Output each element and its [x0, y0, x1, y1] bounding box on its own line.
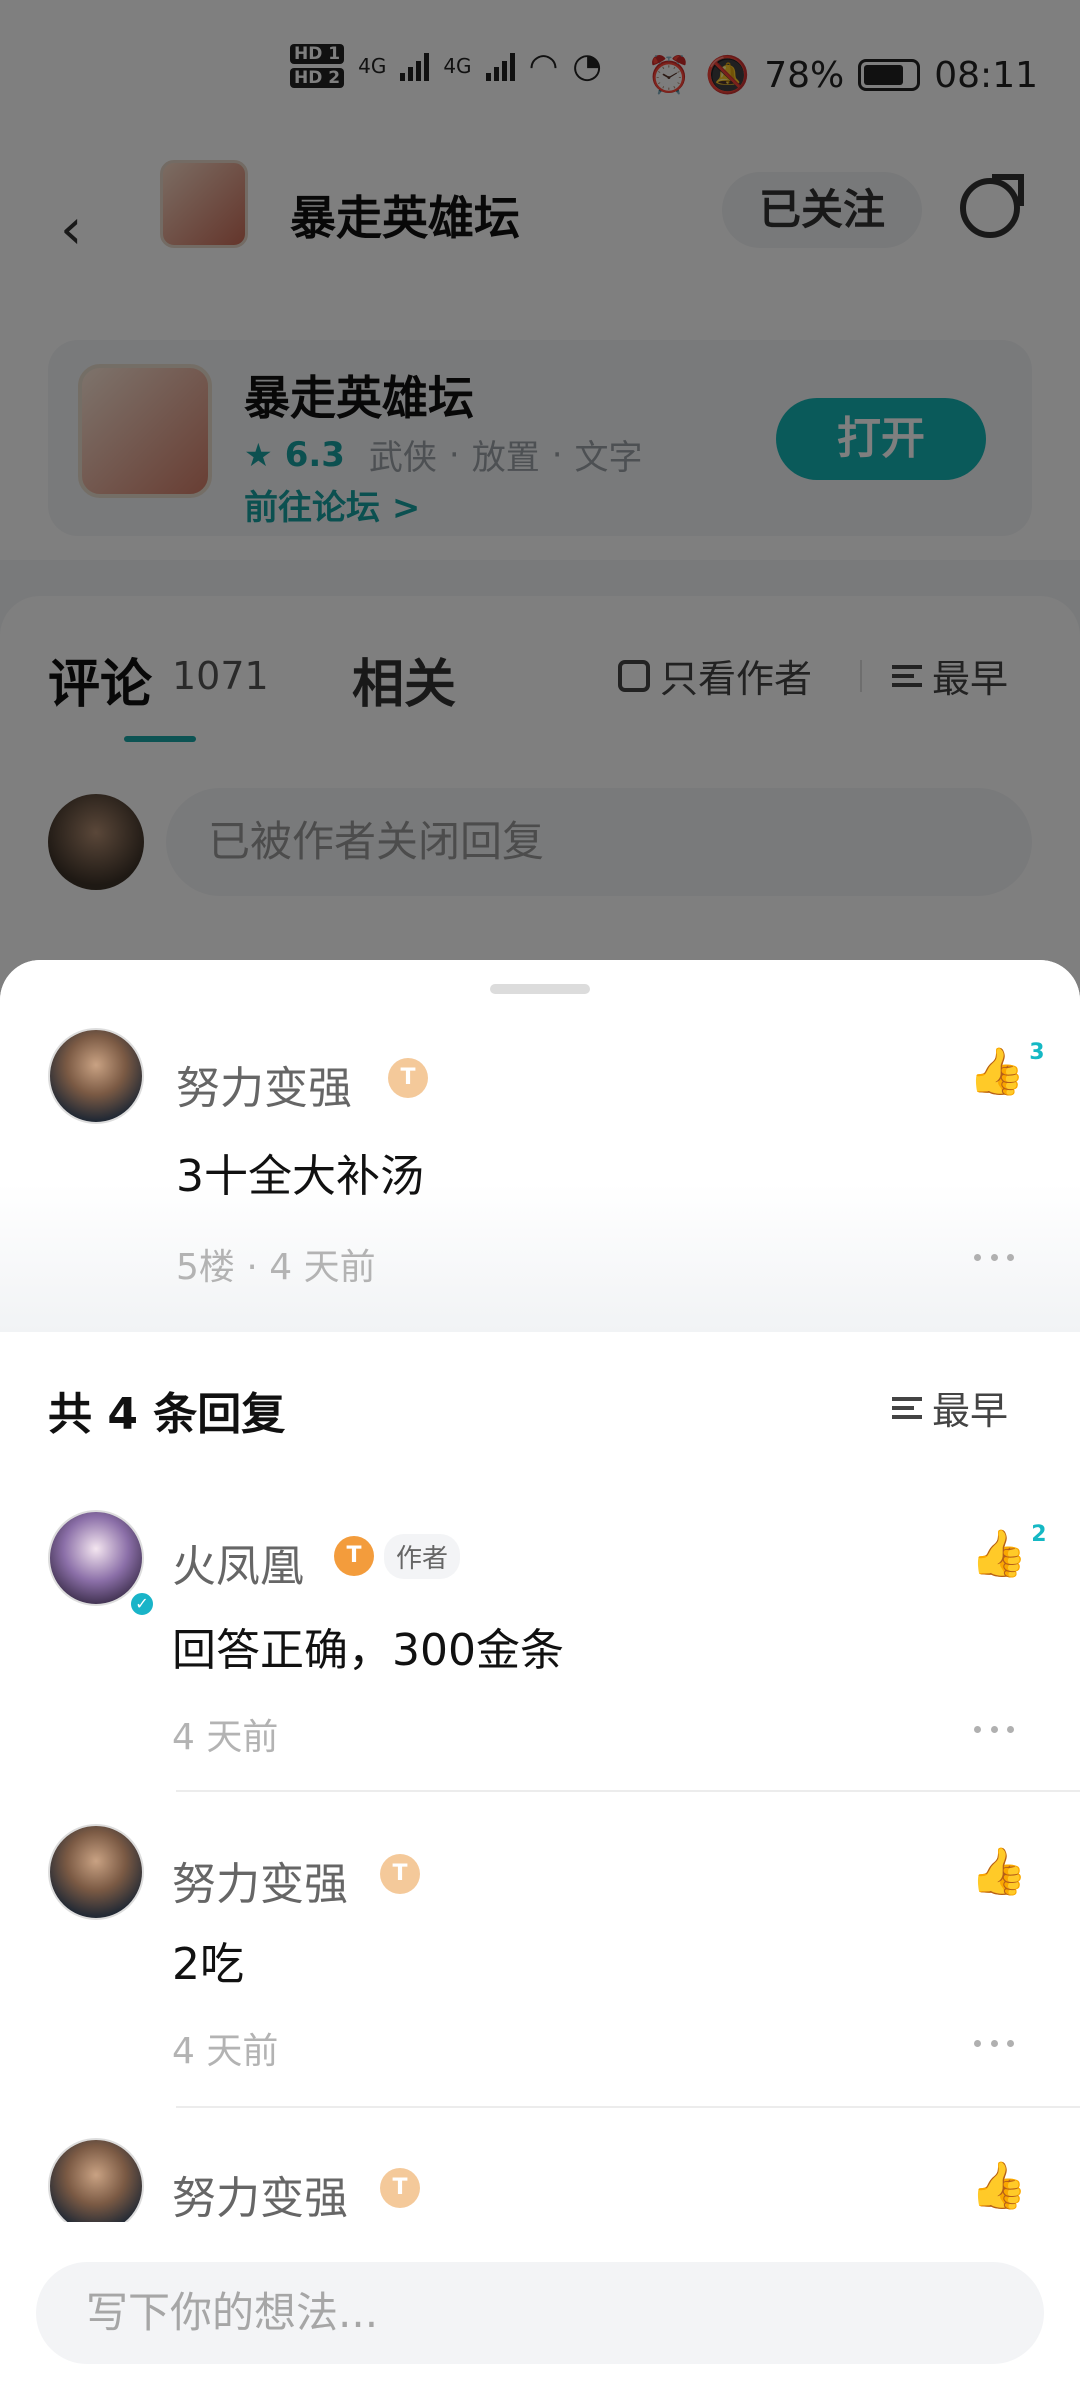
comment-input-bar: 写下你的想法...	[0, 2222, 1080, 2400]
more-icon[interactable]	[974, 1726, 1014, 1736]
username[interactable]: 努力变强	[172, 2162, 348, 2226]
comment-meta: 5楼 · 4 天前	[176, 1247, 376, 1288]
like-button[interactable]: 👍	[970, 2160, 1027, 2210]
username[interactable]: 火凤凰	[172, 1530, 304, 1594]
thumbs-up-icon: 👍	[968, 1044, 1026, 1098]
divider	[176, 1790, 1080, 1792]
replies-sheet: 努力变强 T 👍 3 3十全大补汤 5楼 · 4 天前 共 4 条回复 最早 ✓…	[0, 960, 1080, 2400]
like-button[interactable]: 👍 3	[968, 1040, 1045, 1098]
comment-meta: 4 天前	[172, 1717, 279, 1758]
thumbs-up-icon: 👍	[970, 1844, 1028, 1898]
replies-count-title: 共 4 条回复	[48, 1389, 286, 1440]
more-icon[interactable]	[974, 2040, 1014, 2050]
comment-meta: 4 天前	[172, 2031, 279, 2072]
avatar[interactable]: ✓	[48, 1510, 156, 1618]
comment-input[interactable]: 写下你的想法...	[36, 2262, 1044, 2364]
drag-handle[interactable]	[490, 984, 590, 994]
level-badge: T	[380, 2168, 420, 2208]
comment-text: 回答正确，300金条	[172, 1625, 564, 1676]
avatar[interactable]	[48, 1028, 144, 1124]
level-badge: T	[334, 1536, 374, 1576]
level-badge: T	[388, 1058, 428, 1098]
more-icon[interactable]	[974, 1254, 1014, 1264]
like-button[interactable]: 👍	[970, 1846, 1027, 1896]
avatar[interactable]	[48, 2138, 144, 2234]
author-tag: 作者	[384, 1534, 461, 1579]
username[interactable]: 努力变强	[176, 1052, 352, 1116]
level-badge: T	[380, 1854, 420, 1894]
verified-icon: ✓	[128, 1590, 156, 1618]
divider	[176, 2106, 1080, 2108]
thumbs-up-icon: 👍	[970, 1526, 1028, 1580]
like-count: 2	[1031, 1522, 1047, 1547]
like-button[interactable]: 👍 2	[970, 1522, 1047, 1580]
thumbs-up-icon: 👍	[970, 2158, 1028, 2212]
comment-text: 2吃	[172, 1939, 244, 1990]
like-count: 3	[1029, 1040, 1045, 1065]
username[interactable]: 努力变强	[172, 1848, 348, 1912]
sort-label: 最早	[932, 1389, 1009, 1433]
avatar[interactable]	[48, 1824, 144, 1920]
sort-button[interactable]: 最早	[892, 1380, 1008, 1435]
comment-text: 3十全大补汤	[176, 1151, 424, 1202]
sort-icon	[892, 1396, 922, 1419]
main-comment: 努力变强 T 👍 3 3十全大补汤 5楼 · 4 天前	[0, 960, 1080, 1332]
